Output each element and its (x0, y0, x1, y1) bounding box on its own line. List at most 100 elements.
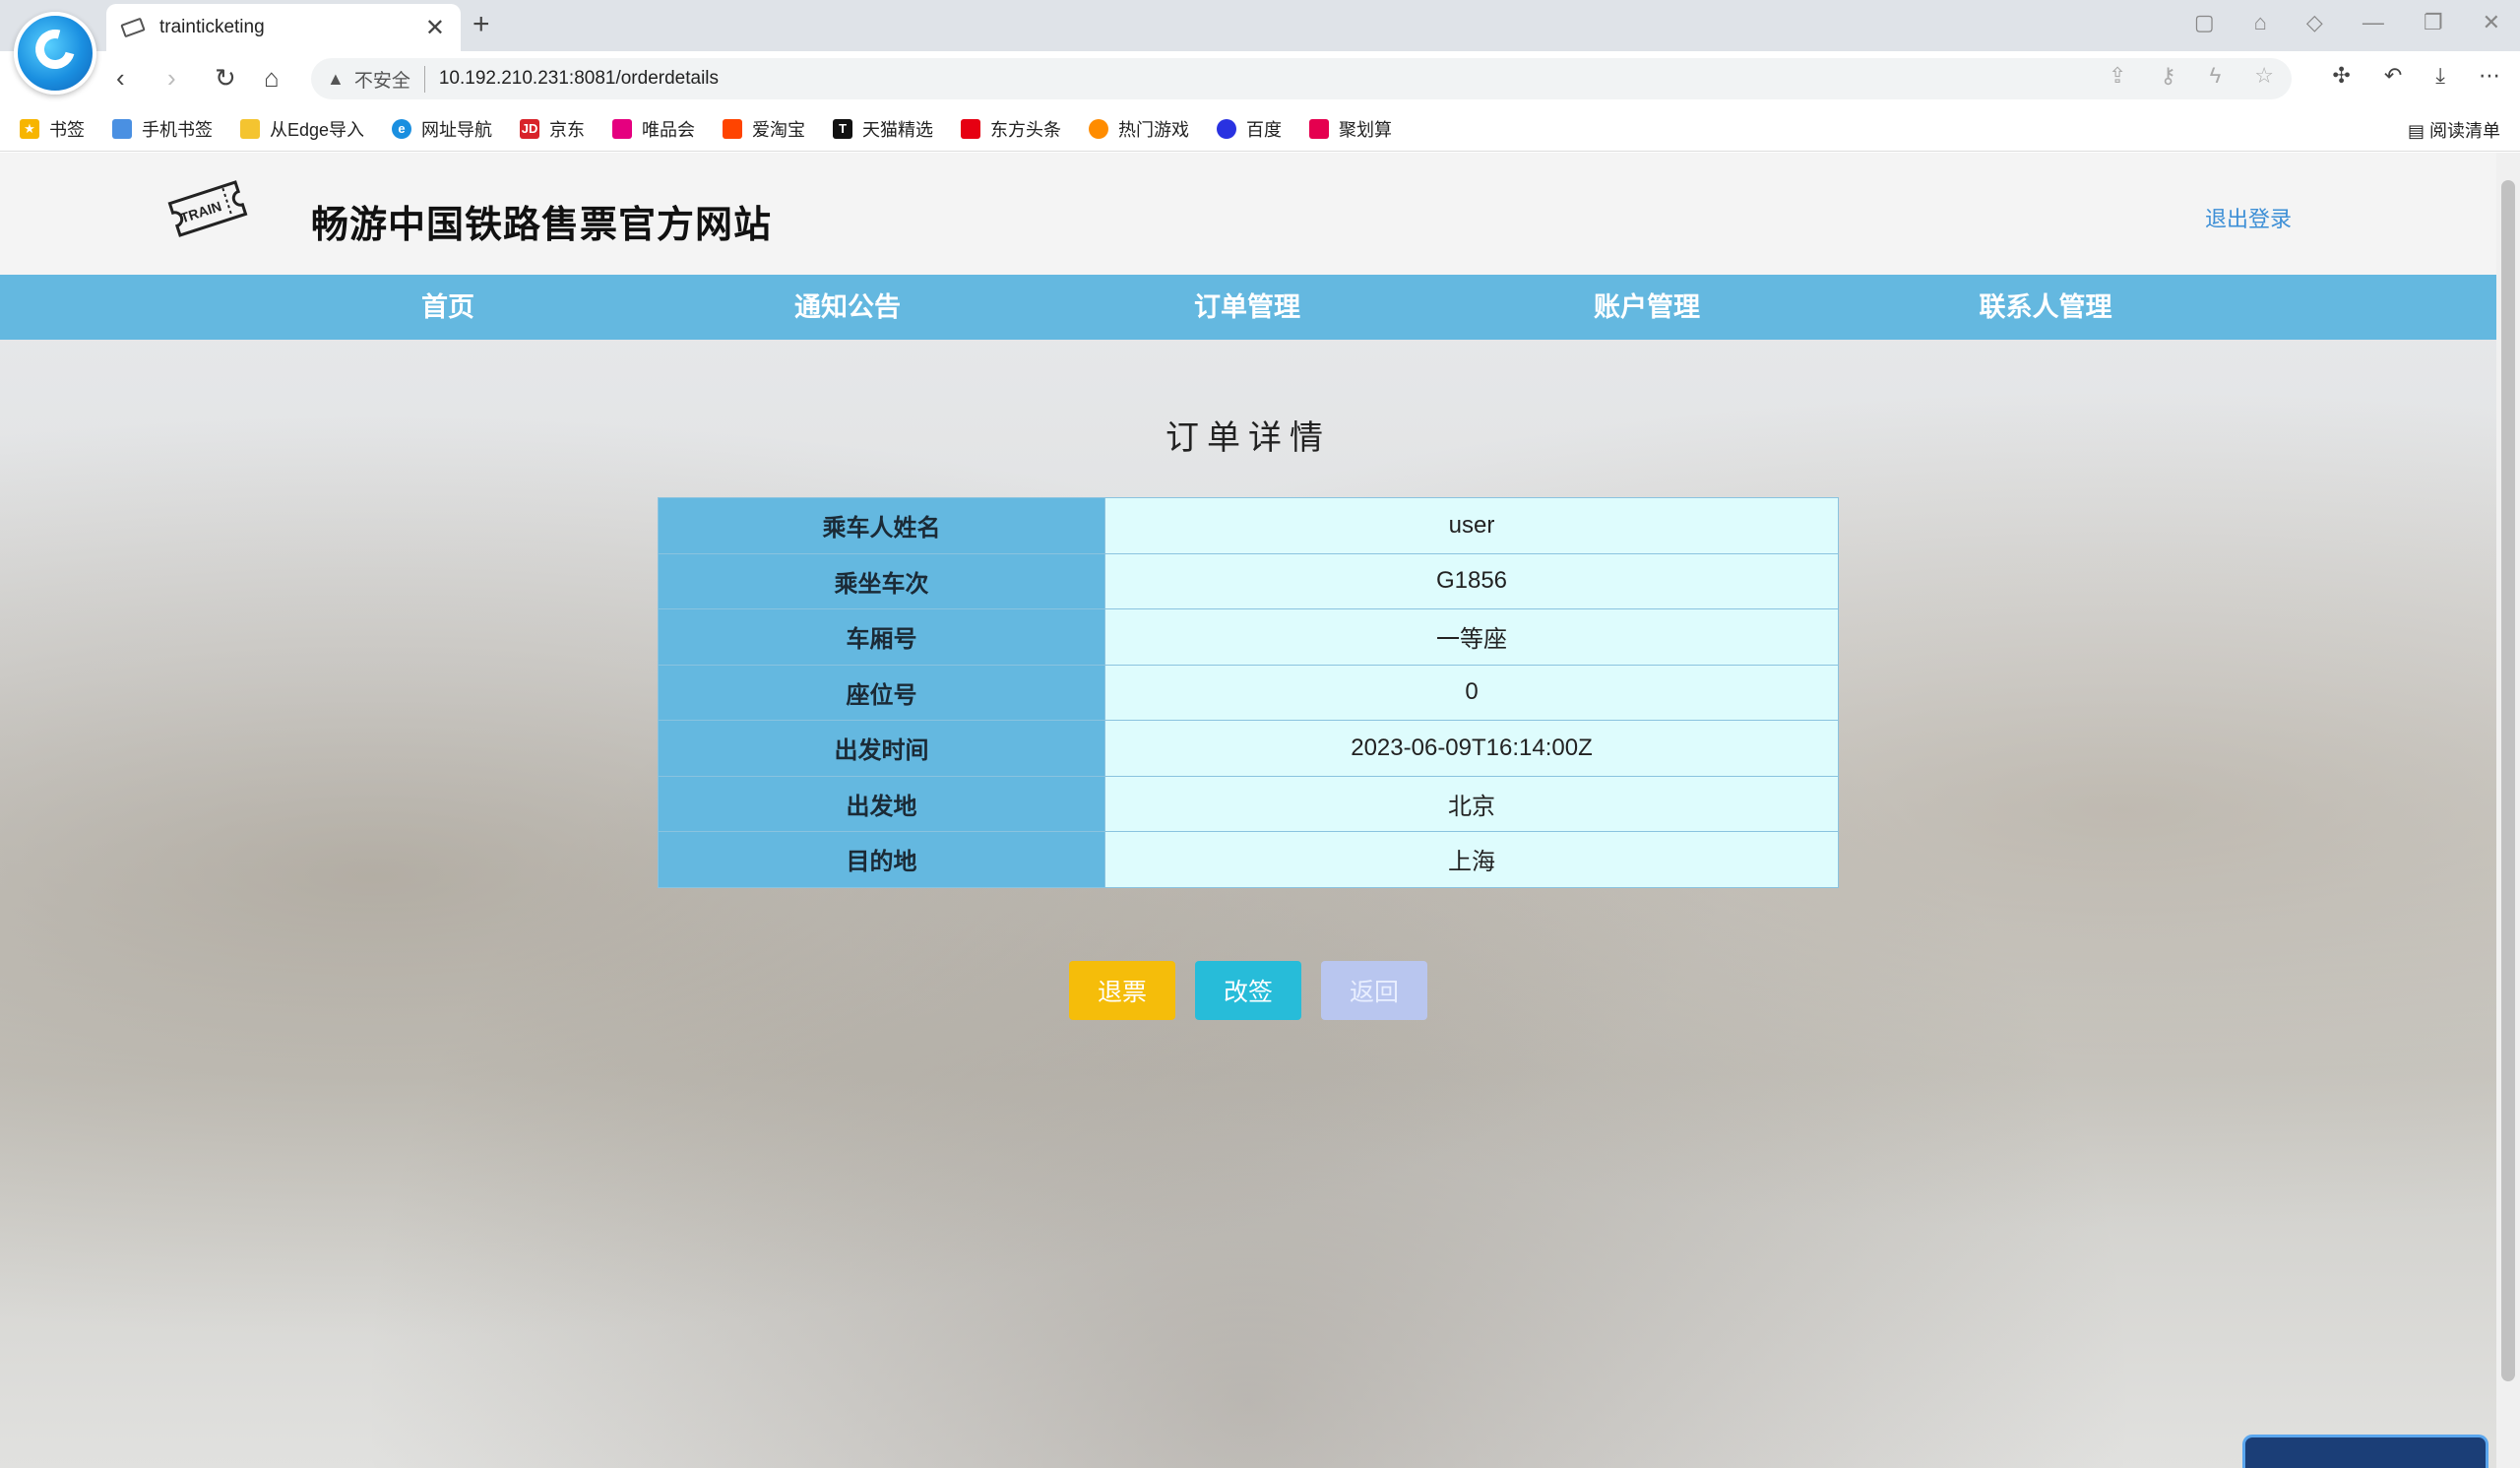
minimize-icon[interactable]: — (2362, 10, 2384, 35)
refund-button[interactable]: 退票 (1069, 961, 1175, 1020)
row-value: 北京 (1104, 775, 1839, 832)
row-value: 2023-06-09T16:14:00Z (1104, 720, 1839, 777)
more-menu-icon[interactable]: ⋯ (2479, 63, 2500, 89)
game-controller-icon[interactable]: ⌂ (2254, 10, 2267, 35)
new-tab-button[interactable]: + (472, 8, 490, 41)
row-label: 目的地 (658, 831, 1105, 888)
row-value: user (1104, 497, 1839, 554)
download-icon[interactable]: ⤓ (2435, 63, 2445, 89)
lightning-icon[interactable]: ϟ (2210, 63, 2222, 89)
nav-home[interactable]: 首页 (421, 275, 474, 340)
browser-tab[interactable]: trainticketing ✕ (106, 4, 461, 51)
row-label: 乘车人姓名 (658, 497, 1105, 554)
star-icon: ★ (20, 118, 39, 139)
browser-logo[interactable] (14, 12, 96, 95)
change-ticket-button[interactable]: 改签 (1195, 961, 1301, 1020)
url-tools: ⇪ ⚷ ϟ ☆ (2109, 63, 2274, 89)
bookmark-item[interactable]: 唯品会 (612, 116, 695, 142)
browser-tab-bar: trainticketing ✕ + ▢ ⌂ ◇ — ❐ ✕ (0, 0, 2520, 51)
tab-title: trainticketing (159, 17, 265, 37)
svg-text:TRAIN: TRAIN (178, 198, 223, 225)
bookmark-item[interactable]: 手机书签 (112, 116, 213, 142)
bookmarks-bar: ★ 书签 手机书签 从Edge导入 e 网址导航 JD 京东 唯品会 爱淘宝 T 天猫精… (0, 106, 2520, 152)
reading-list-icon: ▤ (2407, 121, 2429, 141)
scrollbar-thumb[interactable] (2501, 180, 2515, 1381)
row-label: 乘坐车次 (658, 552, 1105, 609)
ime-toolbar[interactable] (2242, 1435, 2488, 1468)
nav-notices[interactable]: 通知公告 (794, 275, 901, 340)
restore-icon[interactable]: ❐ (2424, 10, 2443, 35)
table-row: 座位号 0 (658, 664, 1839, 721)
address-bar: ‹ › ↻ ⌂ ▲ 不安全 10.192.210.231:8081/orderd… (0, 51, 2520, 106)
table-row: 出发时间 2023-06-09T16:14:00Z (658, 720, 1839, 777)
row-label: 出发时间 (658, 720, 1105, 777)
row-value: 一等座 (1104, 608, 1839, 666)
page-content: TRAIN 畅游中国铁路售票官方网站 退出登录 首页 通知公告 订单管理 账户管… (0, 153, 2496, 1468)
jd-icon: JD (520, 118, 540, 139)
table-row: 目的地 上海 (658, 831, 1839, 888)
row-value: G1856 (1104, 552, 1839, 609)
folder-icon (240, 118, 260, 139)
row-value: 上海 (1104, 831, 1839, 888)
favorite-star-icon[interactable]: ☆ (2254, 63, 2274, 89)
back-button[interactable]: 返回 (1321, 961, 1427, 1020)
site-title: 畅游中国铁路售票官方网站 (311, 205, 773, 246)
bookmark-item[interactable]: JD 京东 (520, 116, 585, 142)
page-scrollbar[interactable] (2496, 153, 2520, 1468)
bookmark-item[interactable]: 聚划算 (1309, 116, 1392, 142)
site-header: TRAIN 畅游中国铁路售票官方网站 退出登录 (0, 153, 2496, 275)
table-row: 乘坐车次 G1856 (658, 552, 1839, 609)
row-value: 0 (1104, 664, 1839, 721)
nav-contacts[interactable]: 联系人管理 (1980, 275, 2112, 340)
row-label: 座位号 (658, 664, 1105, 721)
logout-link[interactable]: 退出登录 (2205, 202, 2292, 233)
bookmark-item[interactable]: 百度 (1217, 116, 1282, 142)
bookmark-item[interactable]: 从Edge导入 (240, 116, 364, 142)
bookmark-item[interactable]: T 天猫精选 (833, 116, 933, 142)
extensions-icon[interactable]: ✣ (2332, 63, 2350, 89)
taobao-icon (723, 118, 743, 139)
phone-icon (112, 118, 132, 139)
juhuasuan-icon (1309, 118, 1330, 139)
insecure-label[interactable]: 不安全 (354, 65, 425, 93)
train-ticket-logo[interactable]: TRAIN (165, 174, 250, 243)
bookmark-item[interactable]: 爱淘宝 (723, 116, 805, 142)
extension-shape-icon[interactable]: ◇ (2306, 10, 2323, 35)
bookmark-item[interactable]: 东方头条 (961, 116, 1061, 142)
game-icon (1089, 118, 1109, 139)
reading-list[interactable]: ▤ 阅读清单 (2408, 117, 2500, 143)
home-icon[interactable]: ⌂ (264, 63, 280, 94)
workspace-icon[interactable]: ▢ (2194, 10, 2215, 35)
browser-e-icon: e (392, 118, 412, 139)
news-icon (961, 118, 981, 139)
row-label: 出发地 (658, 775, 1105, 832)
bookmark-item[interactable]: 热门游戏 (1089, 116, 1189, 142)
baidu-icon (1217, 118, 1237, 139)
vip-icon (612, 118, 633, 139)
share-icon[interactable]: ⇪ (2109, 63, 2126, 89)
reload-icon[interactable]: ↻ (215, 63, 236, 94)
tmall-icon: T (833, 118, 853, 139)
close-window-icon[interactable]: ✕ (2483, 10, 2500, 35)
window-controls: ▢ ⌂ ◇ — ❐ ✕ (2194, 10, 2500, 35)
url-text[interactable]: 10.192.210.231:8081/orderdetails (439, 68, 719, 90)
bookmark-item[interactable]: e 网址导航 (392, 116, 492, 142)
order-detail-table: 乘车人姓名 user 乘坐车次 G1856 车厢号 一等座 座位号 0 出发时间 2023… (658, 497, 1839, 888)
page-title: 订单详情 (1166, 418, 1331, 458)
back-arrow-icon[interactable]: ‹ (116, 63, 125, 94)
browser-tools: ✣ ↶ ⤓ ⋯ (2332, 63, 2500, 89)
nav-orders[interactable]: 订单管理 (1194, 275, 1300, 340)
undo-icon[interactable]: ↶ (2384, 63, 2402, 89)
key-icon[interactable]: ⚷ (2160, 63, 2175, 89)
main-nav: 首页 通知公告 订单管理 账户管理 联系人管理 (0, 275, 2496, 340)
forward-arrow-icon[interactable]: › (167, 63, 176, 94)
close-tab-icon[interactable]: ✕ (425, 14, 445, 42)
ticket-icon (120, 17, 146, 38)
table-row: 车厢号 一等座 (658, 608, 1839, 666)
table-row: 出发地 北京 (658, 775, 1839, 832)
row-label: 车厢号 (658, 608, 1105, 666)
nav-account[interactable]: 账户管理 (1594, 275, 1700, 340)
bookmark-item[interactable]: ★ 书签 (20, 116, 85, 142)
warning-icon: ▲ (327, 68, 345, 89)
url-field[interactable]: ▲ 不安全 10.192.210.231:8081/orderdetails (311, 58, 2292, 99)
